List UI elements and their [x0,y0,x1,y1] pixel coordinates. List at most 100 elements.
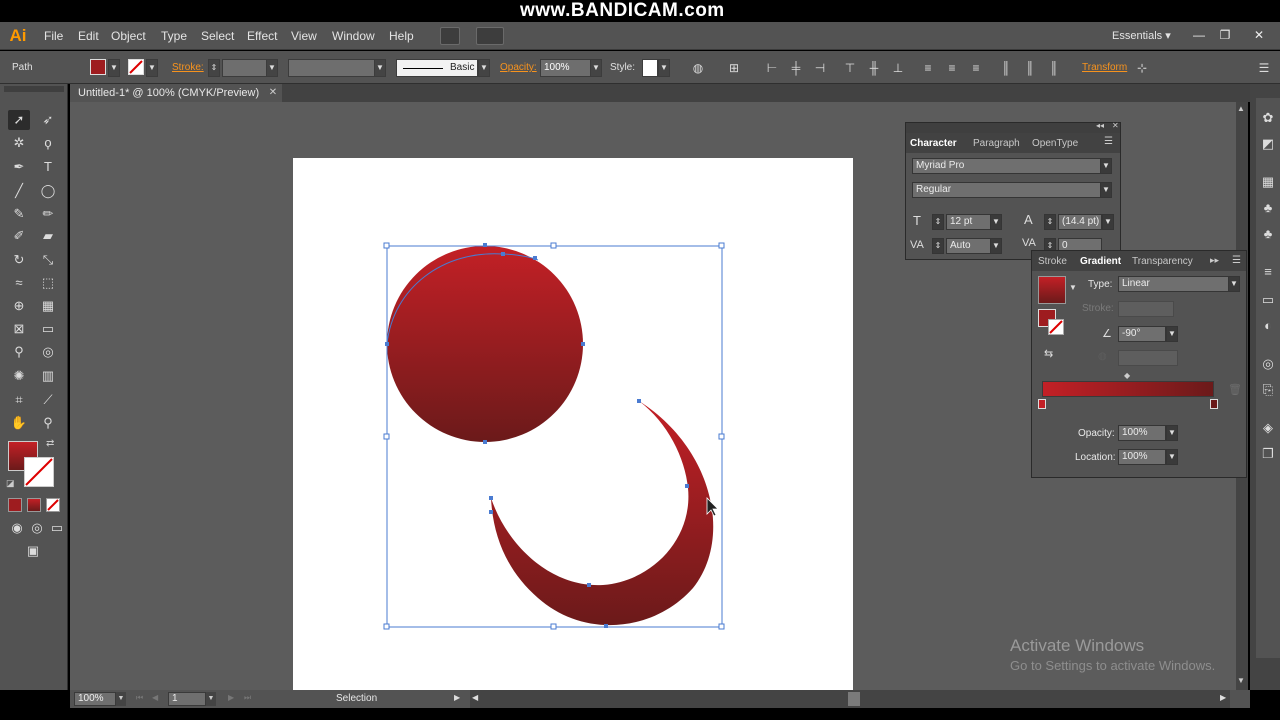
distribute-left-icon[interactable]: ║ [998,60,1014,76]
isolate-icon[interactable]: ⊹ [1134,60,1150,76]
perspective-grid-tool-icon[interactable]: ▦ [37,296,59,316]
none-mode-icon[interactable] [46,498,60,512]
midpoint-diamond-icon[interactable]: ◆ [1124,371,1130,380]
export-icon[interactable]: ⎘ [1257,380,1279,400]
style-dropdown[interactable]: ▼ [658,59,670,77]
transparency-icon[interactable]: ◐ [1257,316,1279,336]
font-style-field[interactable]: Regular [912,182,1108,198]
paintbrush-tool-icon[interactable]: ✎ [8,204,30,224]
opacity-link[interactable]: Opacity: [500,62,537,73]
draw-behind-icon[interactable]: ◎ [26,518,48,538]
zoom-field[interactable]: 100% [74,692,116,706]
font-size-field[interactable]: 12 pt [946,214,992,230]
magic-wand-tool-icon[interactable]: ✲ [8,133,30,153]
status-menu-icon[interactable]: ▶ [454,693,460,702]
type-tool-icon[interactable]: T [37,157,59,177]
leading-field[interactable]: (14.4 pt) [1058,214,1102,230]
arrange-documents-button[interactable] [476,27,504,45]
menu-help[interactable]: Help [389,29,414,43]
menu-view[interactable]: View [291,29,317,43]
last-artboard-icon[interactable]: ⏭ [244,693,251,703]
mesh-tool-icon[interactable]: ⊠ [8,319,30,339]
close-panel-icon[interactable]: ✕ [1112,121,1119,130]
menu-effect[interactable]: Effect [247,29,277,43]
blend-tool-icon[interactable]: ◎ [37,342,59,362]
fill-dropdown[interactable]: ▼ [108,59,120,77]
scroll-down-icon[interactable]: ▼ [1237,676,1245,685]
crescent-shape[interactable] [491,401,714,626]
artboard-tool-icon[interactable]: ⌗ [8,390,30,410]
eyedropper-tool-icon[interactable]: ⚲ [8,342,30,362]
opacity-dropdown[interactable]: ▼ [590,59,602,77]
gradient-stroke-box[interactable] [1048,319,1064,335]
artwork[interactable] [293,158,853,690]
gradient-slider[interactable] [1042,381,1214,397]
stop-opacity-dropdown[interactable]: ▼ [1166,425,1178,441]
distribute-center-icon[interactable]: ║ [1022,60,1038,76]
direct-selection-tool-icon[interactable]: ➶ [37,110,59,130]
leading-stepper[interactable]: ⇕ [1044,214,1056,230]
swap-fill-stroke-icon[interactable]: ⇄ [46,438,54,449]
menu-object[interactable]: Object [111,29,146,43]
rotate-tool-icon[interactable]: ↻ [8,250,30,270]
default-colors-icon[interactable]: ◪ [6,478,15,489]
stroke-swatch[interactable] [128,59,144,75]
stop-opacity-field[interactable]: 100% [1118,425,1166,441]
pen-tool-icon[interactable]: ✒ [8,157,30,177]
gradient-preset-dropdown[interactable]: ▼ [1069,283,1077,292]
stroke-color-box[interactable] [24,457,54,487]
font-family-dropdown[interactable]: ▼ [1100,158,1112,174]
ellipse-tool-icon[interactable]: ◯ [37,181,59,201]
align-right-icon[interactable]: ⊣ [812,60,828,76]
panel-menu-icon[interactable]: ☰ [1256,60,1272,76]
draw-normal-icon[interactable]: ◉ [6,518,28,538]
gradient-panel-icon[interactable]: ▭ [1257,290,1279,310]
screen-mode-icon[interactable]: ▣ [22,541,44,561]
bridge-button[interactable] [440,27,460,45]
menu-select[interactable]: Select [201,29,234,43]
tab-gradient[interactable]: Gradient [1080,256,1121,267]
fill-swatch[interactable] [90,59,106,75]
tools-panel-grip[interactable] [4,86,64,92]
align-top-icon[interactable]: ⊤ [842,60,858,76]
distribute-right-icon[interactable]: ║ [1046,60,1062,76]
gradient-mode-icon[interactable] [27,498,41,512]
scale-tool-icon[interactable]: ⤡ [37,250,59,270]
zoom-tool-icon[interactable]: ⚲ [37,413,59,433]
lasso-tool-icon[interactable]: ϙ [37,133,59,153]
column-graph-tool-icon[interactable]: ▥ [37,366,59,386]
previous-artboard-icon[interactable]: ◀ [152,693,158,702]
tab-transparency[interactable]: Transparency [1132,256,1193,267]
brushes-icon[interactable]: ▦ [1257,172,1279,192]
artboards-icon[interactable]: ❐ [1257,444,1279,464]
font-family-field[interactable]: Myriad Pro [912,158,1108,174]
graphic-styles-icon[interactable]: ♣ [1257,224,1279,244]
blob-brush-tool-icon[interactable]: ✐ [8,226,30,246]
shape-builder-tool-icon[interactable]: ⊕ [8,296,30,316]
stroke-weight-field[interactable] [222,59,268,77]
collapse-panel-icon[interactable]: ◂◂ [1096,121,1104,130]
menu-type[interactable]: Type [161,29,187,43]
align-to-icon[interactable]: ⊞ [726,60,742,76]
first-artboard-icon[interactable]: ⏮ [136,693,143,703]
font-style-dropdown[interactable]: ▼ [1100,182,1112,198]
gradient-type-dropdown[interactable]: ▼ [1228,276,1240,292]
opacity-field[interactable]: 100% [540,59,592,77]
appearance-icon[interactable]: ≡ [1257,262,1279,282]
kerning-dropdown[interactable]: ▼ [990,238,1002,254]
gradient-stop-start[interactable] [1038,399,1046,409]
restore-button[interactable]: ❐ [1214,26,1236,44]
gradient-stop-end[interactable] [1210,399,1218,409]
draw-inside-icon[interactable]: ▭ [46,518,68,538]
selection-tool-icon[interactable]: ➚ [8,110,30,130]
menu-edit[interactable]: Edit [78,29,99,43]
scroll-thumb[interactable] [848,692,860,706]
gradient-preview[interactable] [1038,276,1066,304]
distribute-bottom-icon[interactable]: ≡ [968,60,984,76]
brush-definition[interactable]: Basic [396,59,478,77]
scroll-up-icon[interactable]: ▲ [1237,104,1245,113]
pencil-tool-icon[interactable]: ✏ [37,204,59,224]
menu-window[interactable]: Window [332,29,375,43]
color-guide-icon[interactable]: ✿ [1257,108,1279,128]
menu-file[interactable]: File [44,29,63,43]
